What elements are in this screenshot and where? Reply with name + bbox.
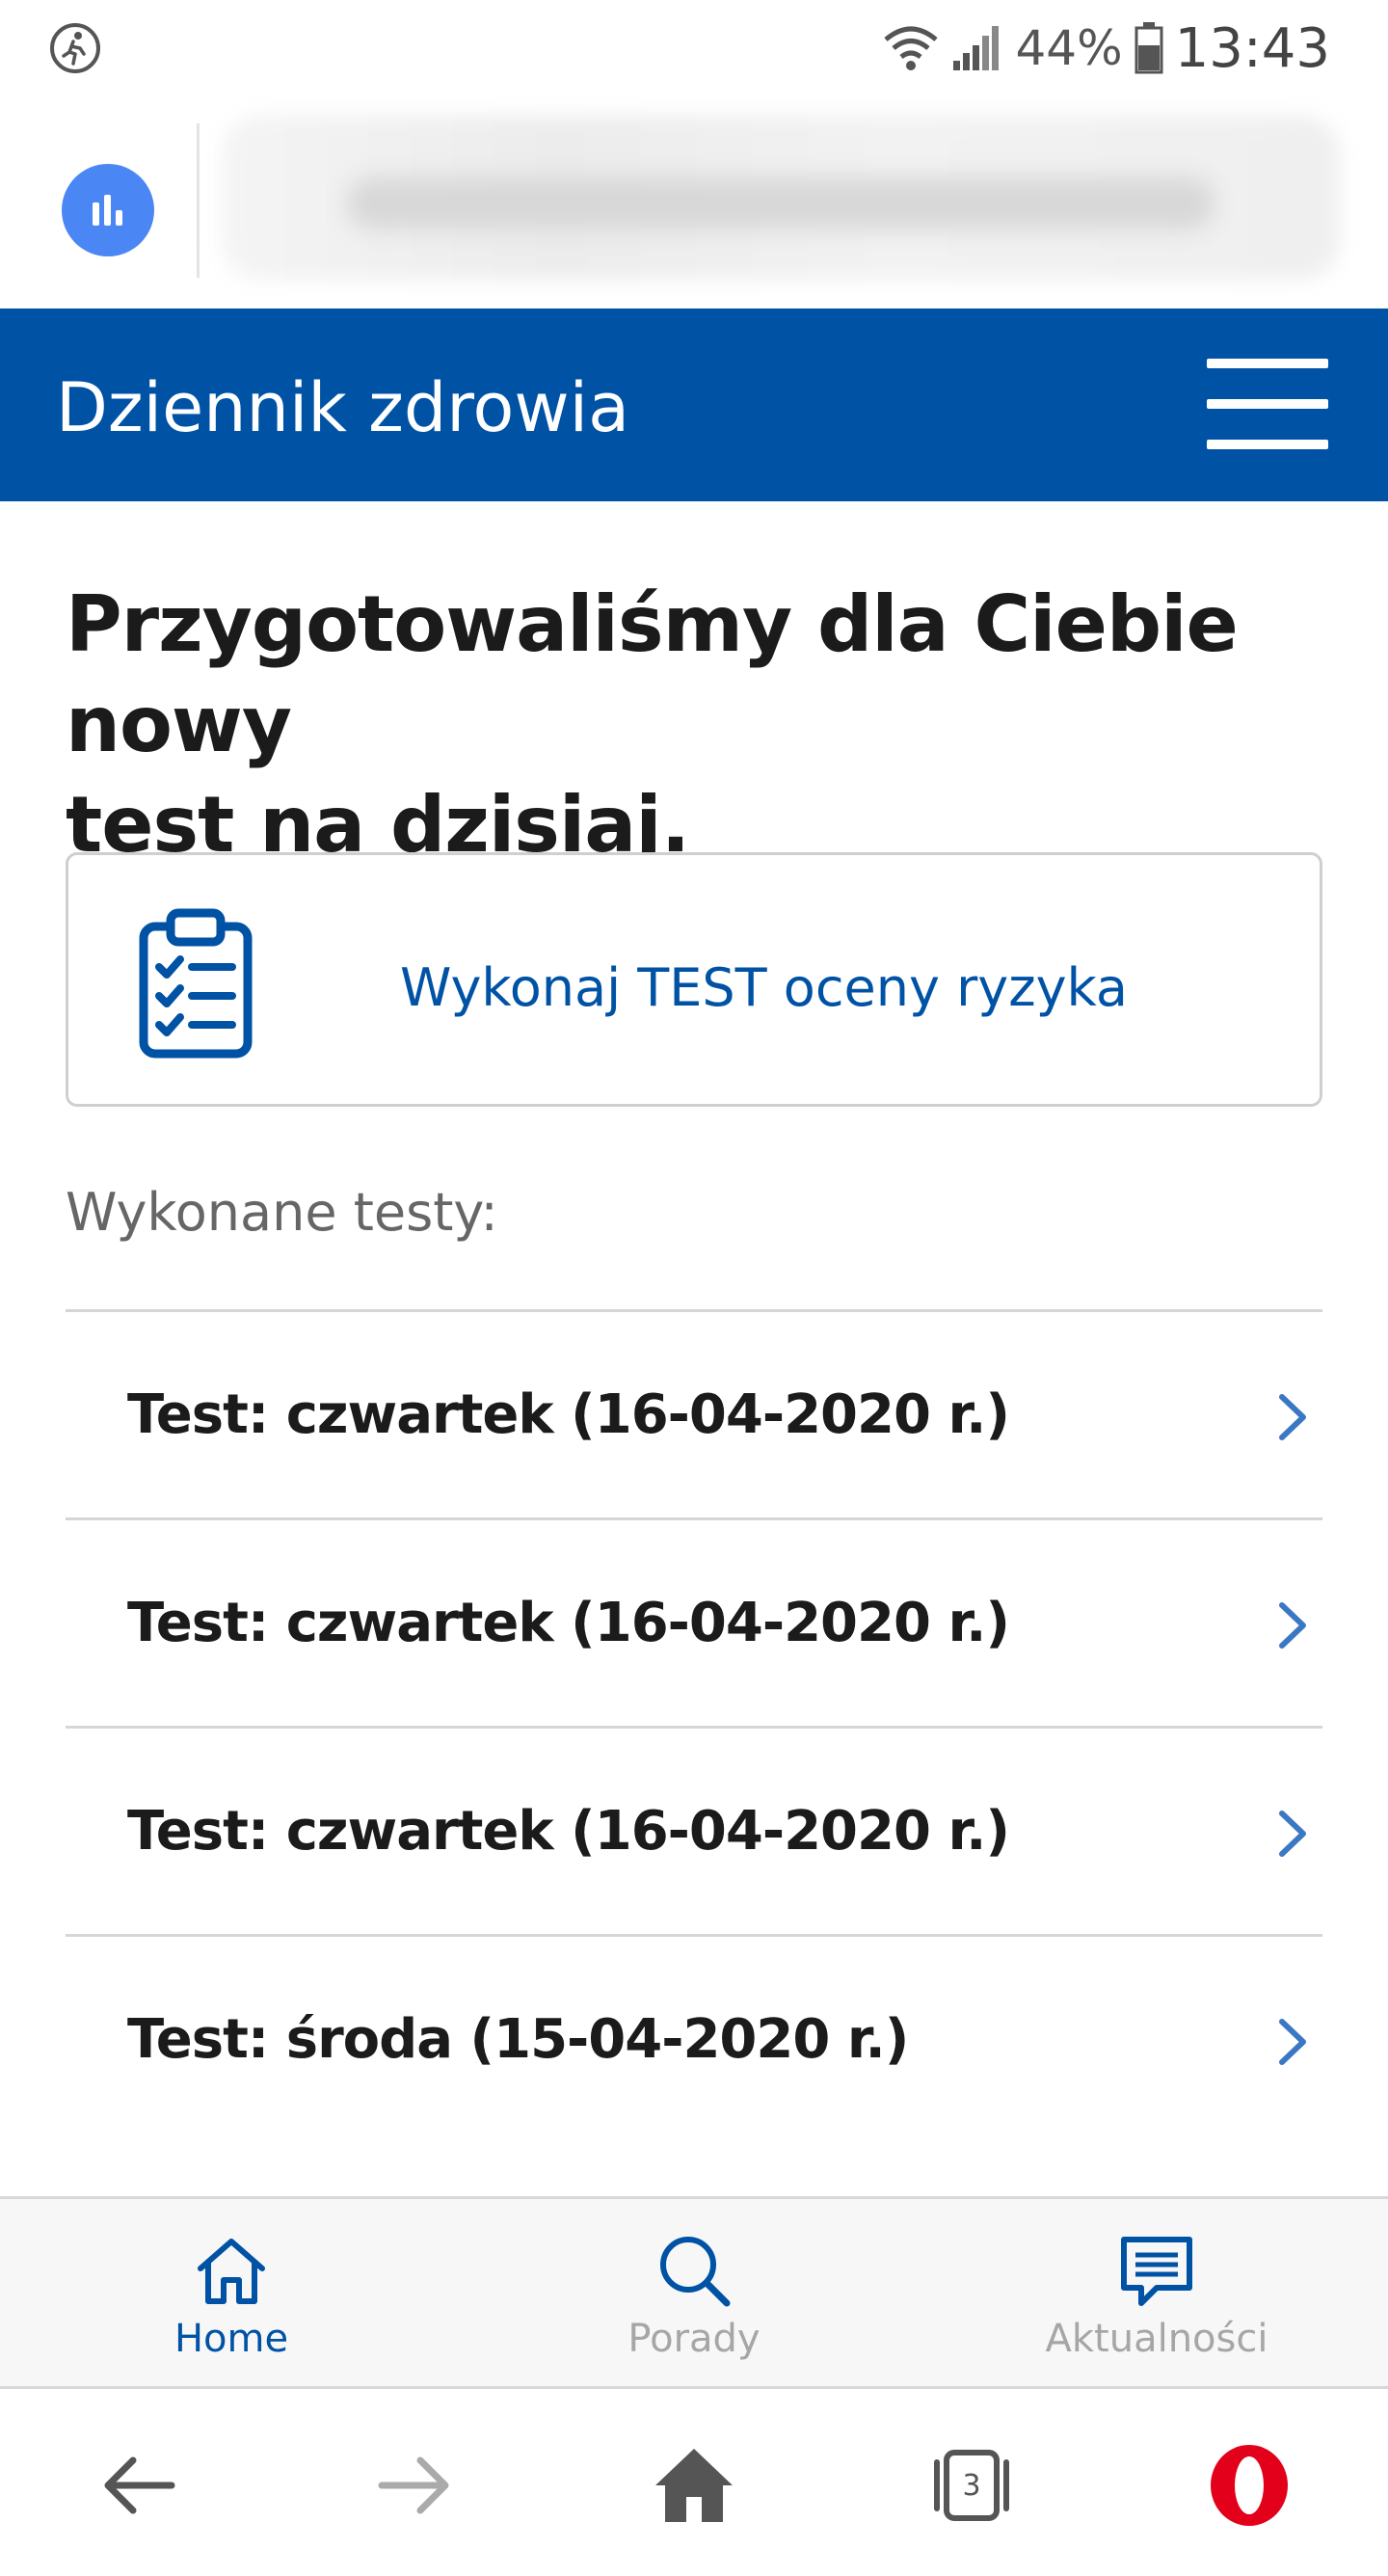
- address-divider: [197, 123, 200, 278]
- arrow-right-icon: [378, 2456, 449, 2514]
- url-text-blurred: [347, 177, 1214, 229]
- test-list-item[interactable]: Test: środa (15-04-2020 r.): [66, 1934, 1322, 2142]
- browser-home-button[interactable]: [646, 2437, 742, 2534]
- battery-percent: 44%: [1015, 20, 1123, 76]
- test-item-label: Test: czwartek (16-04-2020 r.): [127, 1800, 1010, 1863]
- nav-home[interactable]: Home: [0, 2199, 463, 2392]
- chevron-right-icon: [1279, 1811, 1306, 1857]
- clipboard-checklist-icon: [139, 908, 253, 1059]
- test-item-label: Test: czwartek (16-04-2020 r.): [127, 1592, 1010, 1654]
- clock: 13:43: [1174, 16, 1330, 80]
- menu-button[interactable]: [1207, 359, 1328, 451]
- test-list-item[interactable]: Test: czwartek (16-04-2020 r.): [66, 1726, 1322, 1934]
- nav-porady-label: Porady: [627, 2317, 761, 2361]
- speed-dial-button[interactable]: [62, 164, 154, 256]
- home-filled-icon: [655, 2449, 733, 2522]
- headline-line: Przygotowaliśmy dla Ciebie nowy: [66, 579, 1239, 769]
- site-header: Dziennik zdrowia: [0, 309, 1388, 501]
- menu-icon: [1207, 359, 1328, 368]
- take-test-button[interactable]: Wykonaj TEST oceny ryzyka: [66, 852, 1322, 1107]
- battery-icon: [1134, 22, 1163, 74]
- chevron-right-icon: [1279, 1394, 1306, 1440]
- status-indicators: 44% 13:43: [882, 16, 1330, 80]
- test-item-label: Test: środa (15-04-2020 r.): [127, 2008, 909, 2071]
- search-icon: [660, 2237, 731, 2307]
- signal-icon: [953, 26, 1000, 70]
- opera-menu-button[interactable]: [1201, 2437, 1297, 2534]
- nav-porady[interactable]: Porady: [463, 2199, 925, 2392]
- nav-aktualnosci[interactable]: Aktualności: [925, 2199, 1388, 2392]
- test-item-label: Test: czwartek (16-04-2020 r.): [127, 1383, 1010, 1446]
- site-title: Dziennik zdrowia: [56, 368, 629, 447]
- take-test-label: Wykonaj TEST oceny ryzyka: [400, 957, 1128, 1018]
- test-list-item[interactable]: Test: czwartek (16-04-2020 r.): [66, 1309, 1322, 1517]
- forward-button[interactable]: [366, 2437, 463, 2534]
- tabs-button[interactable]: 3: [923, 2437, 1020, 2534]
- wifi-icon: [884, 26, 939, 70]
- menu-icon-bar: [1207, 440, 1328, 449]
- nav-aktualnosci-label: Aktualności: [1045, 2317, 1268, 2361]
- chevron-right-icon: [1279, 1602, 1306, 1649]
- chevron-right-icon: [1279, 2019, 1306, 2065]
- test-list-item[interactable]: Test: czwartek (16-04-2020 r.): [66, 1517, 1322, 1726]
- home-icon: [198, 2239, 265, 2304]
- news-icon: [1121, 2237, 1192, 2306]
- tests-list: Test: czwartek (16-04-2020 r.) Test: czw…: [66, 1309, 1322, 2142]
- site-bottom-nav: Home Porady Aktualności: [0, 2196, 1388, 2389]
- arrow-left-icon: [104, 2456, 175, 2514]
- page-headline: Przygotowaliśmy dla Ciebie nowy test na …: [66, 575, 1319, 875]
- bar-chart-icon: [93, 195, 122, 226]
- back-button[interactable]: [91, 2437, 187, 2534]
- nav-home-label: Home: [174, 2317, 289, 2361]
- done-tests-label: Wykonane testy:: [66, 1182, 498, 1243]
- menu-icon-bar: [1207, 399, 1328, 409]
- browser-address-bar: [0, 96, 1388, 309]
- opera-logo-icon: [1211, 2445, 1288, 2526]
- browser-bottom-bar: 3: [0, 2389, 1388, 2576]
- tab-count: 3: [962, 2468, 981, 2503]
- activity-icon: [50, 23, 100, 73]
- status-bar: 44% 13:43: [0, 0, 1388, 96]
